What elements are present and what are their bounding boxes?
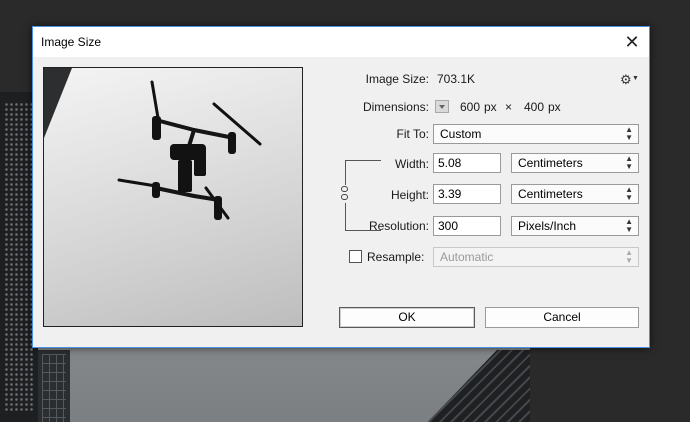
height-input[interactable] — [433, 184, 501, 204]
resample-method-select[interactable]: Automatic ▲ ▼ — [433, 247, 639, 267]
dimensions-dropdown-toggle[interactable] — [435, 100, 449, 113]
select-arrows-icon: ▲ ▼ — [625, 185, 633, 202]
select-arrows-icon: ▲ ▼ — [625, 248, 633, 265]
resolution-label: Resolution: — [368, 219, 429, 233]
fit-to-select[interactable]: Custom ▲ ▼ — [433, 124, 639, 144]
background-building-middle — [38, 350, 70, 422]
dialog-title: Image Size — [41, 35, 102, 49]
ok-button[interactable]: OK — [339, 307, 475, 328]
gear-icon[interactable]: ⚙ — [620, 72, 632, 88]
resolution-unit-value: Pixels/Inch — [518, 219, 577, 233]
image-size-dialog: Image Size ✕ Image Size: 703.1K ⚙ ▼ Dime… — [32, 26, 650, 348]
image-size-label: Image Size: — [365, 72, 429, 86]
dialog-titlebar[interactable]: Image Size ✕ — [33, 27, 649, 57]
image-size-value: 703.1K — [437, 72, 476, 86]
dimensions-label: Dimensions: — [362, 100, 429, 114]
resample-label[interactable]: Resample: — [367, 250, 424, 264]
resample-checkbox[interactable] — [349, 250, 362, 263]
width-input[interactable] — [433, 153, 501, 173]
select-arrows-icon: ▲ ▼ — [625, 125, 633, 142]
dimensions-width: 600 — [460, 100, 481, 114]
fit-to-label: Fit To: — [396, 127, 429, 141]
height-unit-value: Centimeters — [518, 187, 583, 201]
dimensions-times-sign: × — [505, 100, 513, 114]
resolution-unit-select[interactable]: Pixels/Inch ▲ ▼ — [511, 216, 639, 236]
cancel-button[interactable]: Cancel — [485, 307, 639, 328]
dimensions-height-unit: px — [548, 100, 561, 114]
width-unit-value: Centimeters — [518, 156, 583, 170]
height-label: Height: — [390, 188, 429, 202]
close-icon[interactable]: ✕ — [615, 27, 649, 57]
select-arrows-icon: ▲ ▼ — [625, 154, 633, 171]
resample-method-value: Automatic — [440, 250, 494, 264]
select-arrows-icon: ▲ ▼ — [625, 217, 633, 234]
width-unit-select[interactable]: Centimeters ▲ ▼ — [511, 153, 639, 173]
dimensions-height: 400 — [524, 100, 545, 114]
resolution-input[interactable] — [433, 216, 501, 236]
dimensions-width-unit: px — [484, 100, 497, 114]
drone-image — [117, 80, 262, 220]
chevron-down-icon[interactable]: ▼ — [632, 75, 639, 82]
fit-to-value: Custom — [440, 127, 482, 141]
height-unit-select[interactable]: Centimeters ▲ ▼ — [511, 184, 639, 204]
image-preview[interactable] — [43, 67, 303, 327]
width-label: Width: — [394, 157, 429, 171]
